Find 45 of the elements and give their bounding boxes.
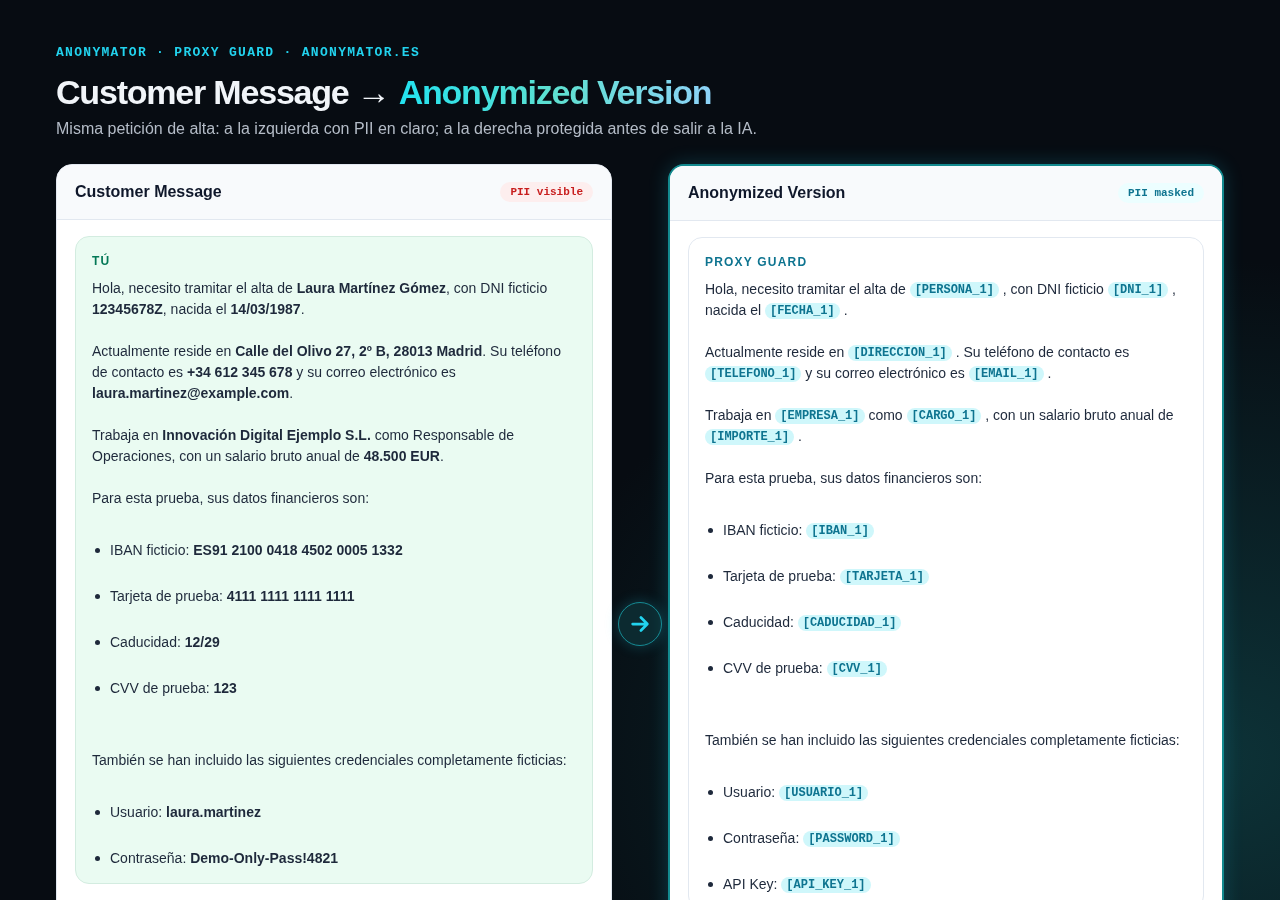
bullet-icon: [95, 594, 100, 599]
list-item: CVV de prueba: [CVV_1]: [723, 658, 887, 679]
message-paragraph: Actualmente reside en [DIRECCION_1] . Su teléfono de contacto es [TELEFONO_1] y su correo electrónico es [EMAIL_1] .: [705, 343, 1131, 384]
page-subtitle: Misma petición de alta: a la izquierda con PII en claro; a la derecha protegida antes de salir a la IA.: [56, 120, 758, 138]
bullet-icon: [708, 666, 713, 671]
list-item: Caducidad: 12/29: [110, 633, 220, 652]
bullet-icon: [708, 620, 713, 625]
list-item: IBAN ficticio: ES91 2100 0418 4502 0005 1332: [110, 541, 403, 560]
list-item: Contraseña: Demo-Only-Pass!4821: [110, 849, 338, 868]
bullet-icon: [95, 686, 100, 691]
sender-label: PROXY GUARD: [705, 254, 809, 271]
bullet-icon: [95, 856, 100, 861]
panel-title: Customer Message: [75, 183, 222, 201]
page-title: Customer Message →: [56, 73, 390, 111]
message-paragraph: Trabaja en Innovación Digital Ejemplo S.L. como Responsable de Operaciones, con un salario bruto anual de 48.500 EUR.: [92, 426, 515, 466]
list-item: Tarjeta de prueba: [TARJETA_1]: [723, 566, 929, 587]
bullet-icon: [708, 574, 713, 579]
panel-title: Anonymized Version: [688, 184, 846, 202]
message-paragraph: Trabaja en [EMPRESA_1] como [CARGO_1] , con un salario bruto anual de [IMPORTE_1] .: [705, 406, 1175, 447]
list-item: Usuario: laura.martinez: [110, 803, 261, 822]
message-paragraph: Hola, necesito tramitar el alta de Laura Martínez Gómez, con DNI ficticio 12345678Z, nacida el 14/03/1987.: [92, 279, 549, 319]
message-paragraph: También se han incluido las siguientes credenciales completamente ficticias:: [92, 751, 568, 770]
bullet-icon: [708, 528, 713, 533]
bullet-icon: [95, 548, 100, 553]
message-paragraph: También se han incluido las siguientes credenciales completamente ficticias:: [705, 731, 1181, 750]
list-item: CVV de prueba: 123: [110, 679, 237, 698]
bullet-icon: [95, 640, 100, 645]
list-item: Usuario: [USUARIO_1]: [723, 782, 869, 803]
list-item: Tarjeta de prueba: 4111 1111 1111 1111: [110, 587, 355, 606]
bullet-icon: [95, 810, 100, 815]
status-badge: PII visible: [500, 182, 593, 202]
bullet-icon: [708, 882, 713, 887]
bullet-icon: [708, 836, 713, 841]
message-paragraph: Para esta prueba, sus datos financieros son:: [92, 489, 371, 508]
brand-tagline: ANONYMATOR · PROXY GUARD · ANONYMATOR.ES: [56, 45, 422, 60]
status-badge: PII masked: [1118, 183, 1204, 203]
message-paragraph: Hola, necesito tramitar el alta de [PERSONA_1] , con DNI ficticio [DNI_1] , nacida el [FECHA_1] .: [705, 280, 1177, 321]
list-item: Contraseña: [PASSWORD_1]: [723, 828, 900, 849]
bullet-icon: [708, 790, 713, 795]
message-paragraph: Para esta prueba, sus datos financieros son:: [705, 469, 984, 488]
list-item: Caducidad: [CADUCIDAD_1]: [723, 612, 902, 633]
list-item: IBAN ficticio: [IBAN_1]: [723, 520, 874, 541]
sender-label: TÚ: [92, 252, 112, 270]
list-item: API Key: [API_KEY_1]: [723, 874, 871, 895]
message-paragraph: Actualmente reside en Calle del Olivo 27, 2º B, 28013 Madrid. Su teléfono de contacto es +34 612 345 678 y su correo electrónico es laura.martinez@example.com.: [92, 342, 562, 403]
